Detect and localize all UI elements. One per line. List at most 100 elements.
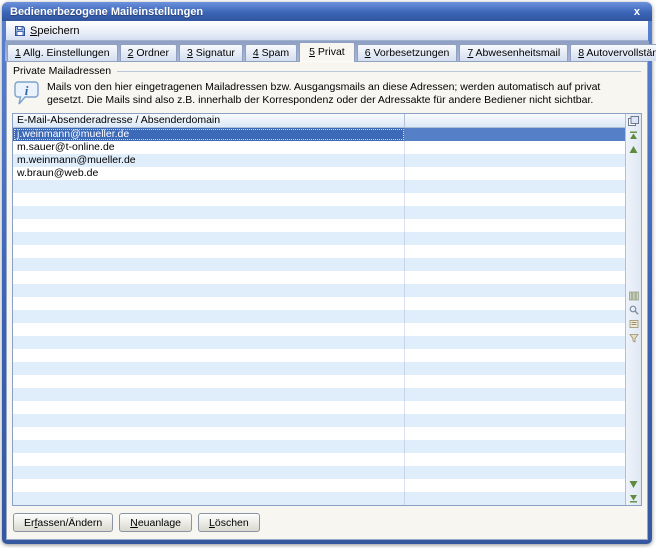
cell-email[interactable] xyxy=(13,323,405,336)
cell-empty[interactable] xyxy=(405,362,625,375)
table-row-empty[interactable] xyxy=(13,193,625,206)
cell-email[interactable] xyxy=(13,193,405,206)
cell-empty[interactable] xyxy=(405,375,625,388)
scroll-bottom-button[interactable] xyxy=(627,492,640,504)
cell-empty[interactable] xyxy=(405,453,625,466)
tab-8[interactable]: 8 Autovervollständigung xyxy=(570,44,656,61)
cell-empty[interactable] xyxy=(405,401,625,414)
cell-empty[interactable] xyxy=(405,388,625,401)
save-button[interactable]: Speichern xyxy=(10,23,87,39)
cell-empty[interactable] xyxy=(405,414,625,427)
cell-empty[interactable] xyxy=(405,492,625,505)
scroll-down-button[interactable] xyxy=(627,478,640,490)
column-header-email[interactable]: E-Mail-Absenderadresse / Absenderdomain xyxy=(13,114,405,127)
tab-7[interactable]: 7 Abwesenheitsmail xyxy=(459,44,568,61)
search-button[interactable] xyxy=(627,304,640,316)
table-row-empty[interactable] xyxy=(13,401,625,414)
table-row-empty[interactable] xyxy=(13,362,625,375)
table-row-empty[interactable] xyxy=(13,492,625,505)
cell-empty[interactable] xyxy=(405,349,625,362)
scroll-top-button[interactable] xyxy=(627,129,640,141)
cell-email[interactable] xyxy=(13,245,405,258)
cell-email[interactable] xyxy=(13,414,405,427)
table-row[interactable]: m.sauer@t-online.de xyxy=(13,141,625,154)
cell-empty[interactable] xyxy=(405,466,625,479)
cell-empty[interactable] xyxy=(405,206,625,219)
tab-1[interactable]: 1 Allg. Einstellungen xyxy=(7,44,118,61)
tab-4[interactable]: 4 Spam xyxy=(245,44,297,61)
cell-email[interactable]: m.sauer@t-online.de xyxy=(13,141,405,154)
cell-empty[interactable] xyxy=(405,258,625,271)
tab-2[interactable]: 2 Ordner xyxy=(120,44,177,61)
neuanlage-button[interactable]: Neuanlage xyxy=(119,513,192,532)
cell-email[interactable] xyxy=(13,492,405,505)
cell-empty[interactable] xyxy=(405,232,625,245)
table-row-empty[interactable] xyxy=(13,388,625,401)
table-row-empty[interactable] xyxy=(13,271,625,284)
cell-empty[interactable] xyxy=(405,245,625,258)
cell-empty[interactable] xyxy=(405,154,625,167)
cell-email[interactable] xyxy=(13,466,405,479)
cell-email[interactable] xyxy=(13,232,405,245)
table-row-empty[interactable] xyxy=(13,349,625,362)
table-row[interactable]: j.weinmann@mueller.de xyxy=(13,128,625,141)
table-row-empty[interactable] xyxy=(13,427,625,440)
cell-email[interactable]: m.weinmann@mueller.de xyxy=(13,154,405,167)
table-row-empty[interactable] xyxy=(13,336,625,349)
tab-6[interactable]: 6 Vorbesetzungen xyxy=(357,44,458,61)
cell-email[interactable] xyxy=(13,440,405,453)
table-row-empty[interactable] xyxy=(13,206,625,219)
table-row-empty[interactable] xyxy=(13,323,625,336)
filter-button[interactable] xyxy=(627,332,640,344)
cell-email[interactable] xyxy=(13,310,405,323)
columns-button[interactable] xyxy=(627,290,640,302)
column-header-empty[interactable] xyxy=(405,114,625,127)
cell-email[interactable] xyxy=(13,258,405,271)
table-row-empty[interactable] xyxy=(13,180,625,193)
table-row-empty[interactable] xyxy=(13,297,625,310)
table-row-empty[interactable] xyxy=(13,375,625,388)
cell-email[interactable] xyxy=(13,479,405,492)
cell-empty[interactable] xyxy=(405,219,625,232)
cell-email[interactable] xyxy=(13,271,405,284)
cell-email[interactable] xyxy=(13,219,405,232)
cell-empty[interactable] xyxy=(405,167,625,180)
table-row[interactable]: w.braun@web.de xyxy=(13,167,625,180)
tab-3[interactable]: 3 Signatur xyxy=(179,44,243,61)
cell-empty[interactable] xyxy=(405,141,625,154)
close-icon[interactable]: x xyxy=(630,6,644,18)
cell-email[interactable] xyxy=(13,453,405,466)
cell-email[interactable] xyxy=(13,336,405,349)
loeschen-button[interactable]: Löschen xyxy=(198,513,260,532)
cell-empty[interactable] xyxy=(405,427,625,440)
cell-email[interactable]: j.weinmann@mueller.de xyxy=(13,128,405,141)
cell-email[interactable] xyxy=(13,349,405,362)
cell-empty[interactable] xyxy=(405,128,625,141)
cell-empty[interactable] xyxy=(405,180,625,193)
cell-empty[interactable] xyxy=(405,284,625,297)
table-row[interactable]: m.weinmann@mueller.de xyxy=(13,154,625,167)
cell-empty[interactable] xyxy=(405,440,625,453)
cell-empty[interactable] xyxy=(405,271,625,284)
table-row-empty[interactable] xyxy=(13,414,625,427)
table-row-empty[interactable] xyxy=(13,258,625,271)
title-bar[interactable]: Bedienerbezogene Maileinstellungen x xyxy=(2,2,652,21)
cell-email[interactable] xyxy=(13,375,405,388)
cell-empty[interactable] xyxy=(405,323,625,336)
table-row-empty[interactable] xyxy=(13,245,625,258)
cell-email[interactable] xyxy=(13,427,405,440)
table-row-empty[interactable] xyxy=(13,232,625,245)
table-row-empty[interactable] xyxy=(13,453,625,466)
cell-email[interactable]: w.braun@web.de xyxy=(13,167,405,180)
cell-email[interactable] xyxy=(13,362,405,375)
cell-empty[interactable] xyxy=(405,336,625,349)
cell-email[interactable] xyxy=(13,206,405,219)
cell-email[interactable] xyxy=(13,297,405,310)
grid-header[interactable]: E-Mail-Absenderadresse / Absenderdomain xyxy=(13,114,625,128)
grid-select-button[interactable] xyxy=(627,115,640,127)
tab-5[interactable]: 5 Privat xyxy=(299,42,355,62)
table-row-empty[interactable] xyxy=(13,466,625,479)
table-row-empty[interactable] xyxy=(13,284,625,297)
cell-empty[interactable] xyxy=(405,297,625,310)
table-row-empty[interactable] xyxy=(13,219,625,232)
